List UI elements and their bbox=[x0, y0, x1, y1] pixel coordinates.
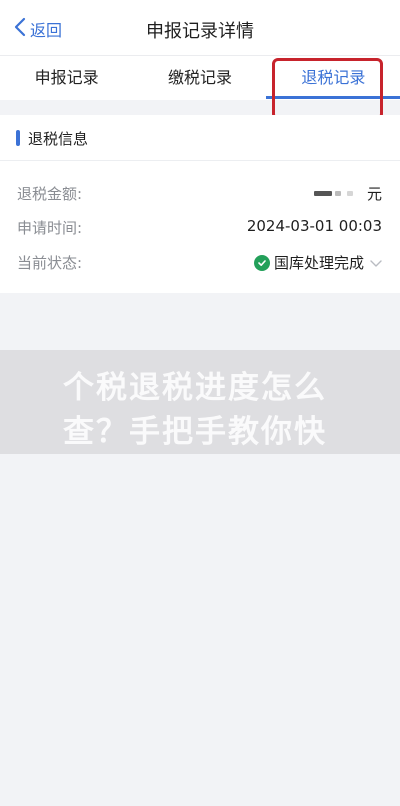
refund-amount-unit: 元 bbox=[366, 185, 382, 203]
apply-time-label: 申请时间: bbox=[17, 219, 83, 237]
watermark-line-1: 个税退税进度怎么 bbox=[63, 370, 327, 406]
apply-time-row: 申请时间: 2024-03-01 00:03 bbox=[0, 212, 400, 242]
section-header: 退税信息 bbox=[0, 115, 400, 161]
section-title: 退税信息 bbox=[28, 130, 89, 148]
check-circle-icon bbox=[253, 254, 270, 271]
watermark-line-2: 查？手把手教你快 bbox=[63, 414, 327, 450]
current-status-row[interactable]: 当前状态: 国库处理完成 bbox=[0, 247, 400, 277]
refund-amount-label: 退税金额: bbox=[17, 185, 83, 203]
navigation-bar: 返回 申报记录详情 bbox=[0, 0, 400, 56]
refund-amount-row: 退税金额: 元 bbox=[0, 178, 400, 208]
tab-payment-records[interactable]: 缴税记录 bbox=[133, 56, 266, 100]
chevron-down-icon[interactable] bbox=[370, 254, 382, 272]
apply-time-value: 2024-03-01 00:03 bbox=[246, 217, 382, 235]
current-status-label: 当前状态: bbox=[17, 254, 83, 272]
watermark-banner: 个税退税进度怎么 查？手把手教你快 bbox=[0, 350, 400, 454]
annotation-highlight-box bbox=[272, 58, 383, 120]
refund-detail-page: 返回 申报记录详情 申报记录 缴税记录 退税记录 退税信息 退税金额: 元 申请… bbox=[0, 0, 400, 806]
refund-info-card: 退税信息 退税金额: 元 申请时间: 2024-03-01 00:03 当前状态… bbox=[0, 115, 400, 293]
current-status-value: 国库处理完成 bbox=[273, 254, 364, 272]
page-title: 申报记录详情 bbox=[146, 21, 254, 42]
tab-declaration-records[interactable]: 申报记录 bbox=[0, 56, 133, 100]
masked-amount bbox=[313, 191, 353, 196]
section-accent-bar bbox=[16, 130, 20, 146]
